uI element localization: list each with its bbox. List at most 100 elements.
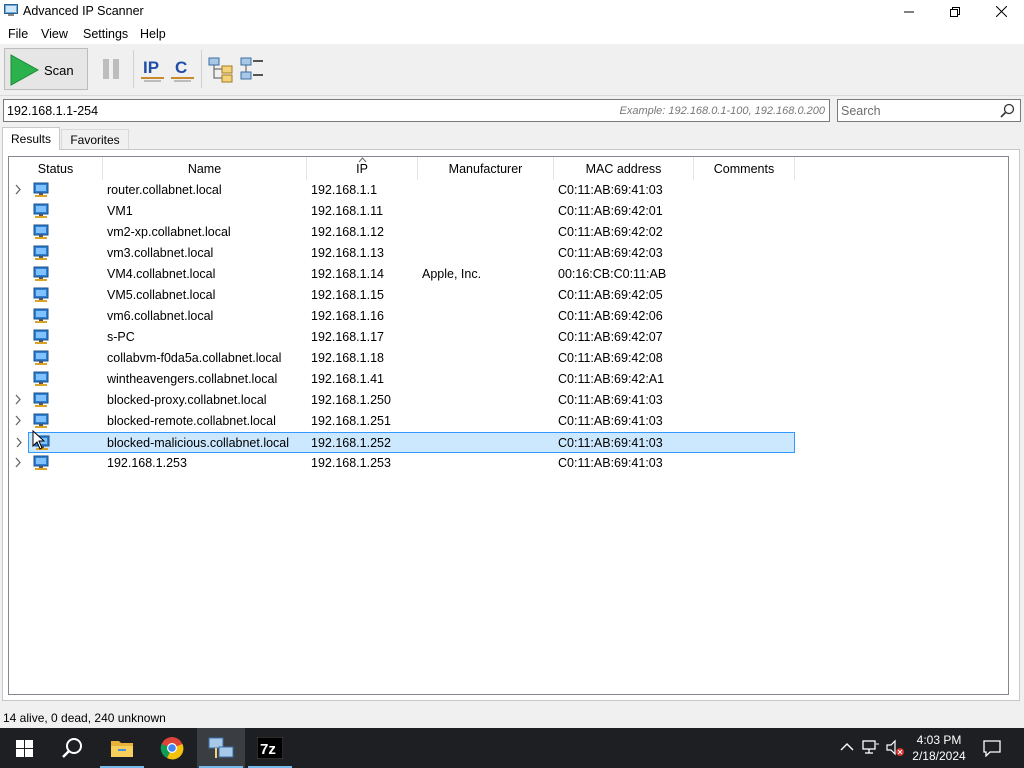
collapse-all-button[interactable] bbox=[236, 48, 268, 90]
table-row[interactable]: blocked-remote.collabnet.local 192.168.1.… bbox=[9, 411, 796, 432]
tray-chevron-up-icon[interactable] bbox=[840, 739, 854, 755]
table-row[interactable]: vm2-xp.collabnet.local 192.168.1.12 C0:11:… bbox=[9, 222, 796, 243]
cell-mac: C0:11:AB:69:41:03 bbox=[558, 414, 663, 428]
start-button[interactable] bbox=[0, 728, 48, 768]
taskbar-file-explorer[interactable] bbox=[98, 728, 146, 768]
cell-ip: 192.168.1.16 bbox=[311, 309, 384, 323]
computer-icon bbox=[33, 224, 49, 244]
taskbar-7zip[interactable]: 7z bbox=[246, 728, 294, 768]
taskbar-clock[interactable]: 4:03 PM 2/18/2024 bbox=[900, 732, 978, 764]
menu-file[interactable]: File bbox=[8, 27, 28, 41]
computer-icon bbox=[33, 455, 49, 475]
toolbar-separator bbox=[133, 50, 134, 88]
restore-icon bbox=[950, 6, 960, 17]
7zip-icon: 7z bbox=[257, 737, 283, 759]
table-row[interactable]: VM4.collabnet.local 192.168.1.14 Apple, In… bbox=[9, 264, 796, 285]
cell-name: collabvm-f0da5a.collabnet.local bbox=[107, 351, 282, 365]
column-header-comments[interactable]: Comments bbox=[694, 157, 795, 180]
table-row[interactable]: 192.168.1.253 192.168.1.253 C0:11:AB:69:41… bbox=[9, 453, 796, 474]
menu-help[interactable]: Help bbox=[140, 27, 166, 41]
tab-results[interactable]: Results bbox=[2, 127, 60, 150]
tab-favorites[interactable]: Favorites bbox=[61, 129, 129, 149]
advanced-ip-scanner-icon bbox=[208, 737, 234, 758]
cell-mac: C0:11:AB:69:41:03 bbox=[558, 183, 663, 197]
cell-name: router.collabnet.local bbox=[107, 183, 222, 197]
table-row[interactable]: router.collabnet.local 192.168.1.1 C0:11:A… bbox=[9, 180, 796, 201]
status-bar: 14 alive, 0 dead, 240 unknown bbox=[0, 706, 1024, 728]
c-icon-text: C bbox=[175, 58, 187, 77]
cell-mac: C0:11:AB:69:42:05 bbox=[558, 288, 663, 302]
cell-name: VM5.collabnet.local bbox=[107, 288, 216, 302]
results-grid: Status Name IP Manufacturer MAC address … bbox=[8, 156, 1009, 695]
cell-ip: 192.168.1.11 bbox=[311, 204, 384, 218]
cell-ip: 192.168.1.41 bbox=[311, 372, 384, 386]
cell-mac: C0:11:AB:69:42:01 bbox=[558, 204, 663, 218]
search-input[interactable] bbox=[841, 102, 991, 119]
computer-icon bbox=[33, 371, 49, 391]
taskbar: 7z 4:03 PM 2/18/2024 bbox=[0, 728, 1024, 768]
table-row[interactable]: vm6.collabnet.local 192.168.1.16 C0:11:AB:… bbox=[9, 306, 796, 327]
taskbar-search-button[interactable] bbox=[48, 728, 96, 768]
cell-name: 192.168.1.253 bbox=[107, 456, 187, 470]
scan-label: Scan bbox=[44, 63, 74, 78]
chevron-right-icon[interactable] bbox=[14, 184, 22, 195]
chevron-right-icon[interactable] bbox=[14, 457, 22, 468]
computer-icon bbox=[33, 266, 49, 286]
computer-icon bbox=[33, 308, 49, 328]
chevron-right-icon[interactable] bbox=[14, 394, 22, 405]
cell-name: blocked-remote.collabnet.local bbox=[107, 414, 276, 428]
search-icon bbox=[62, 738, 82, 758]
ip-button[interactable]: IP bbox=[137, 48, 169, 90]
ip-range-input[interactable]: 192.168.1.1-254 Example: 192.168.0.1-100… bbox=[3, 99, 830, 122]
chrome-icon bbox=[160, 737, 184, 760]
mouse-cursor-icon bbox=[32, 430, 46, 450]
taskbar-chrome[interactable] bbox=[148, 728, 196, 768]
play-icon bbox=[10, 54, 39, 86]
cell-ip: 192.168.1.253 bbox=[311, 456, 391, 470]
close-button[interactable] bbox=[978, 0, 1024, 23]
table-row[interactable]: collabvm-f0da5a.collabnet.local 192.168.1… bbox=[9, 348, 796, 369]
cell-mac: C0:11:AB:69:42:02 bbox=[558, 225, 663, 239]
close-icon bbox=[995, 6, 1007, 17]
table-row[interactable]: VM1 192.168.1.11 C0:11:AB:69:42:01 bbox=[9, 201, 796, 222]
cell-ip: 192.168.1.15 bbox=[311, 288, 384, 302]
menu-view[interactable]: View bbox=[41, 27, 68, 41]
cell-ip: 192.168.1.13 bbox=[311, 246, 384, 260]
network-icon[interactable] bbox=[862, 739, 880, 755]
pause-button[interactable] bbox=[95, 48, 127, 90]
computer-icon bbox=[33, 203, 49, 223]
minimize-button[interactable] bbox=[886, 0, 932, 23]
table-row[interactable]: VM5.collabnet.local 192.168.1.15 C0:11:AB:… bbox=[9, 285, 796, 306]
cell-name: vm2-xp.collabnet.local bbox=[107, 225, 231, 239]
cell-ip: 192.168.1.18 bbox=[311, 351, 384, 365]
column-header-status[interactable]: Status bbox=[9, 157, 103, 180]
ip-icon-text: IP bbox=[143, 58, 159, 77]
scan-button[interactable]: Scan bbox=[4, 48, 88, 90]
column-header-mac[interactable]: MAC address bbox=[554, 157, 694, 180]
tree-collapse-icon bbox=[240, 57, 263, 80]
c-class-button[interactable]: C bbox=[167, 48, 199, 90]
window-title: Advanced IP Scanner bbox=[23, 4, 144, 18]
clock-time: 4:03 PM bbox=[916, 733, 962, 747]
table-row[interactable]: blocked-proxy.collabnet.local 192.168.1.2… bbox=[9, 390, 796, 411]
search-icon[interactable] bbox=[1000, 103, 1015, 118]
computer-icon bbox=[33, 329, 49, 349]
cell-name: vm3.collabnet.local bbox=[107, 246, 214, 260]
restore-button[interactable] bbox=[932, 0, 978, 23]
cell-ip: 192.168.1.1 bbox=[311, 183, 378, 197]
table-row[interactable]: s-PC 192.168.1.17 C0:11:AB:69:42:07 bbox=[9, 327, 796, 348]
ip-range-value: 192.168.1.1-254 bbox=[7, 104, 99, 118]
search-box[interactable] bbox=[837, 99, 1021, 122]
table-row[interactable]: blocked-malicious.collabnet.local 192.168… bbox=[16, 432, 795, 453]
table-row[interactable]: vm3.collabnet.local 192.168.1.13 C0:11:AB:… bbox=[9, 243, 796, 264]
chevron-right-icon[interactable] bbox=[14, 415, 22, 426]
taskbar-advanced-ip-scanner[interactable] bbox=[197, 728, 245, 768]
expand-all-button[interactable] bbox=[205, 48, 237, 90]
notification-icon[interactable] bbox=[982, 739, 1002, 757]
table-row[interactable]: wintheavengers.collabnet.local 192.168.1.… bbox=[9, 369, 796, 390]
column-header-manufacturer[interactable]: Manufacturer bbox=[418, 157, 554, 180]
menu-settings[interactable]: Settings bbox=[83, 27, 128, 41]
column-header-name[interactable]: Name bbox=[103, 157, 307, 180]
computer-icon bbox=[33, 392, 49, 412]
chevron-right-icon[interactable] bbox=[15, 437, 23, 448]
